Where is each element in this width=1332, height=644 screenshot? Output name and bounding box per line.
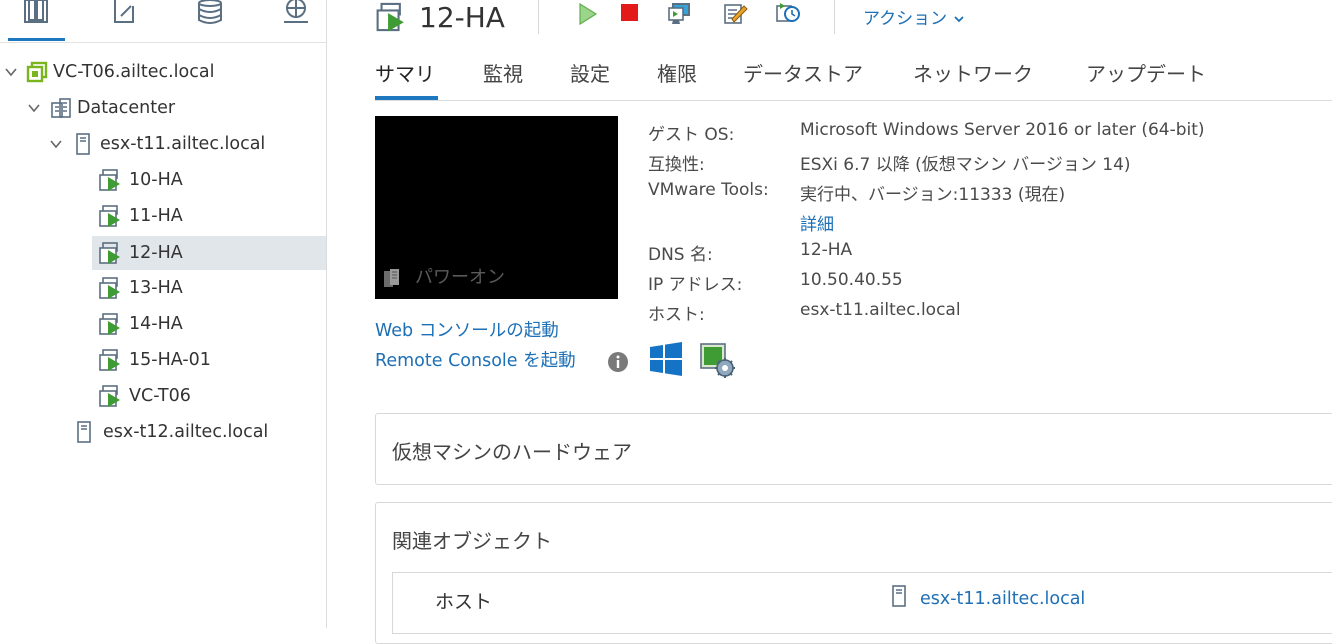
host-value: esx-t11.ailtec.local: [800, 300, 961, 320]
tree-item-label: Datacenter: [77, 98, 176, 118]
tree-item-label: 10-HA: [129, 170, 183, 190]
tab-monitor[interactable]: 監視: [483, 58, 523, 87]
navigator-panel: VC-T06.ailtec.local Datacenter esx-t11.a…: [0, 0, 327, 628]
tree-item-datacenter[interactable]: Datacenter: [0, 91, 326, 125]
vm-powered-on-icon: [99, 277, 120, 299]
migrate-icon[interactable]: [722, 0, 750, 28]
tree-item-label: 15-HA-01: [129, 350, 211, 370]
vm-powered-on-icon: [99, 349, 120, 371]
related-row-label: ホスト: [435, 591, 493, 613]
tree-item-vm[interactable]: VC-T06: [0, 379, 326, 413]
toolbar-divider: [834, 0, 835, 34]
tree-item-host[interactable]: esx-t11.ailtec.local: [0, 127, 326, 161]
windows-logo-icon: [650, 342, 682, 376]
power-state-label: パワーオン: [415, 267, 505, 288]
vms-and-templates-icon: [114, 0, 134, 23]
vmware-tools-value: 実行中、バージョン:11333 (現在): [800, 185, 1066, 205]
divider: [0, 42, 326, 43]
host-icon: [892, 585, 906, 607]
tree-item-label: 12-HA: [129, 243, 183, 263]
networking-icon: [284, 0, 308, 23]
tree-item-vm[interactable]: 15-HA-01: [0, 343, 326, 377]
storage-tab[interactable]: [180, 0, 240, 40]
datacenter-icon: [51, 98, 71, 118]
tree-item-label: VC-T06: [129, 386, 191, 406]
server-icon: [384, 269, 399, 287]
page-title: 12-HA: [419, 0, 505, 34]
vm-powered-on-icon: [99, 242, 120, 264]
divider: [375, 100, 1332, 101]
compatibility-label: 互換性:: [648, 155, 705, 175]
chevron-down-icon[interactable]: [4, 65, 18, 79]
card-title: 関連オブジェクト: [392, 529, 552, 553]
tree-item-label: 11-HA: [129, 206, 183, 226]
chevron-down-icon: [953, 16, 964, 23]
related-host-link[interactable]: esx-t11.ailtec.local: [920, 589, 1085, 609]
vm-powered-on-icon: [99, 385, 120, 407]
tree-item-vm-selected[interactable]: 12-HA: [92, 236, 326, 270]
tree-item-vcenter[interactable]: VC-T06.ailtec.local: [0, 55, 326, 89]
launch-console-icon[interactable]: [666, 0, 694, 28]
tree-item-host[interactable]: esx-t12.ailtec.local: [0, 415, 326, 449]
compatibility-value: ESXi 6.7 以降 (仮想マシン バージョン 14): [800, 155, 1131, 175]
snapshot-icon[interactable]: [774, 0, 802, 28]
vm-hardware-card[interactable]: 仮想マシンのハードウェア: [375, 413, 1332, 485]
tree-item-label: esx-t11.ailtec.local: [100, 134, 266, 154]
guest-os-value: Microsoft Windows Server 2016 or later (…: [800, 120, 1205, 140]
guest-os-label: ゲスト OS:: [648, 125, 735, 145]
vms-and-templates-tab[interactable]: [94, 0, 154, 40]
related-objects-table: ホスト esx-t11.ailtec.local: [392, 572, 1332, 634]
power-on-icon[interactable]: [574, 0, 602, 28]
tree-item-vm[interactable]: 13-HA: [0, 271, 326, 305]
object-header: 12-HA: [375, 0, 505, 34]
actions-label: アクション: [863, 9, 948, 29]
tree-item-vm[interactable]: 14-HA: [0, 307, 326, 341]
chevron-down-icon[interactable]: [27, 101, 41, 115]
vmware-tools-icon: [700, 343, 735, 378]
navigator-active-tab-indicator: [8, 38, 65, 41]
vm-powered-on-icon: [99, 313, 120, 335]
tree-item-label: 13-HA: [129, 278, 183, 298]
tab-networks[interactable]: ネットワーク: [913, 58, 1033, 87]
tab-configure[interactable]: 設定: [570, 58, 610, 87]
tree-item-vm[interactable]: 10-HA: [0, 163, 326, 197]
vmware-tools-label: VMware Tools:: [648, 180, 769, 200]
ip-address-label: IP アドレス:: [648, 275, 743, 295]
tab-updates[interactable]: アップデート: [1086, 58, 1206, 87]
launch-web-console-link[interactable]: Web コンソールの起動: [375, 317, 559, 342]
card-title: 仮想マシンのハードウェア: [392, 440, 632, 464]
ip-address-value: 10.50.40.55: [800, 270, 903, 290]
vm-powered-on-icon: [376, 2, 404, 32]
chevron-down-icon[interactable]: [49, 137, 63, 151]
info-icon[interactable]: [607, 351, 629, 373]
dns-name-value: 12-HA: [800, 240, 853, 260]
details-link[interactable]: 詳細: [800, 210, 834, 235]
tree-item-label: 14-HA: [129, 314, 183, 334]
vm-powered-on-icon: [99, 205, 120, 227]
tab-datastores[interactable]: データストア: [743, 58, 863, 87]
storage-icon: [198, 0, 222, 24]
networking-tab[interactable]: [266, 0, 326, 40]
vcenter-icon: [26, 61, 48, 83]
vm-powered-on-icon: [99, 169, 120, 191]
host-icon: [77, 421, 91, 443]
tree-item-label: esx-t12.ailtec.local: [103, 422, 269, 442]
tree-item-label: VC-T06.ailtec.local: [53, 62, 215, 82]
hosts-and-clusters-icon: [24, 0, 48, 23]
tab-summary[interactable]: サマリ: [375, 58, 435, 87]
toolbar-divider: [538, 0, 539, 34]
dns-name-label: DNS 名:: [648, 245, 713, 265]
hosts-and-clusters-tab[interactable]: [6, 0, 66, 40]
power-off-icon[interactable]: [616, 0, 644, 28]
host-label: ホスト:: [648, 305, 705, 325]
tree-item-vm[interactable]: 11-HA: [0, 199, 326, 233]
tab-permissions[interactable]: 権限: [657, 58, 697, 87]
host-icon: [76, 133, 90, 155]
launch-remote-console-link[interactable]: Remote Console を起動: [375, 347, 576, 372]
actions-menu[interactable]: アクション: [863, 4, 965, 29]
